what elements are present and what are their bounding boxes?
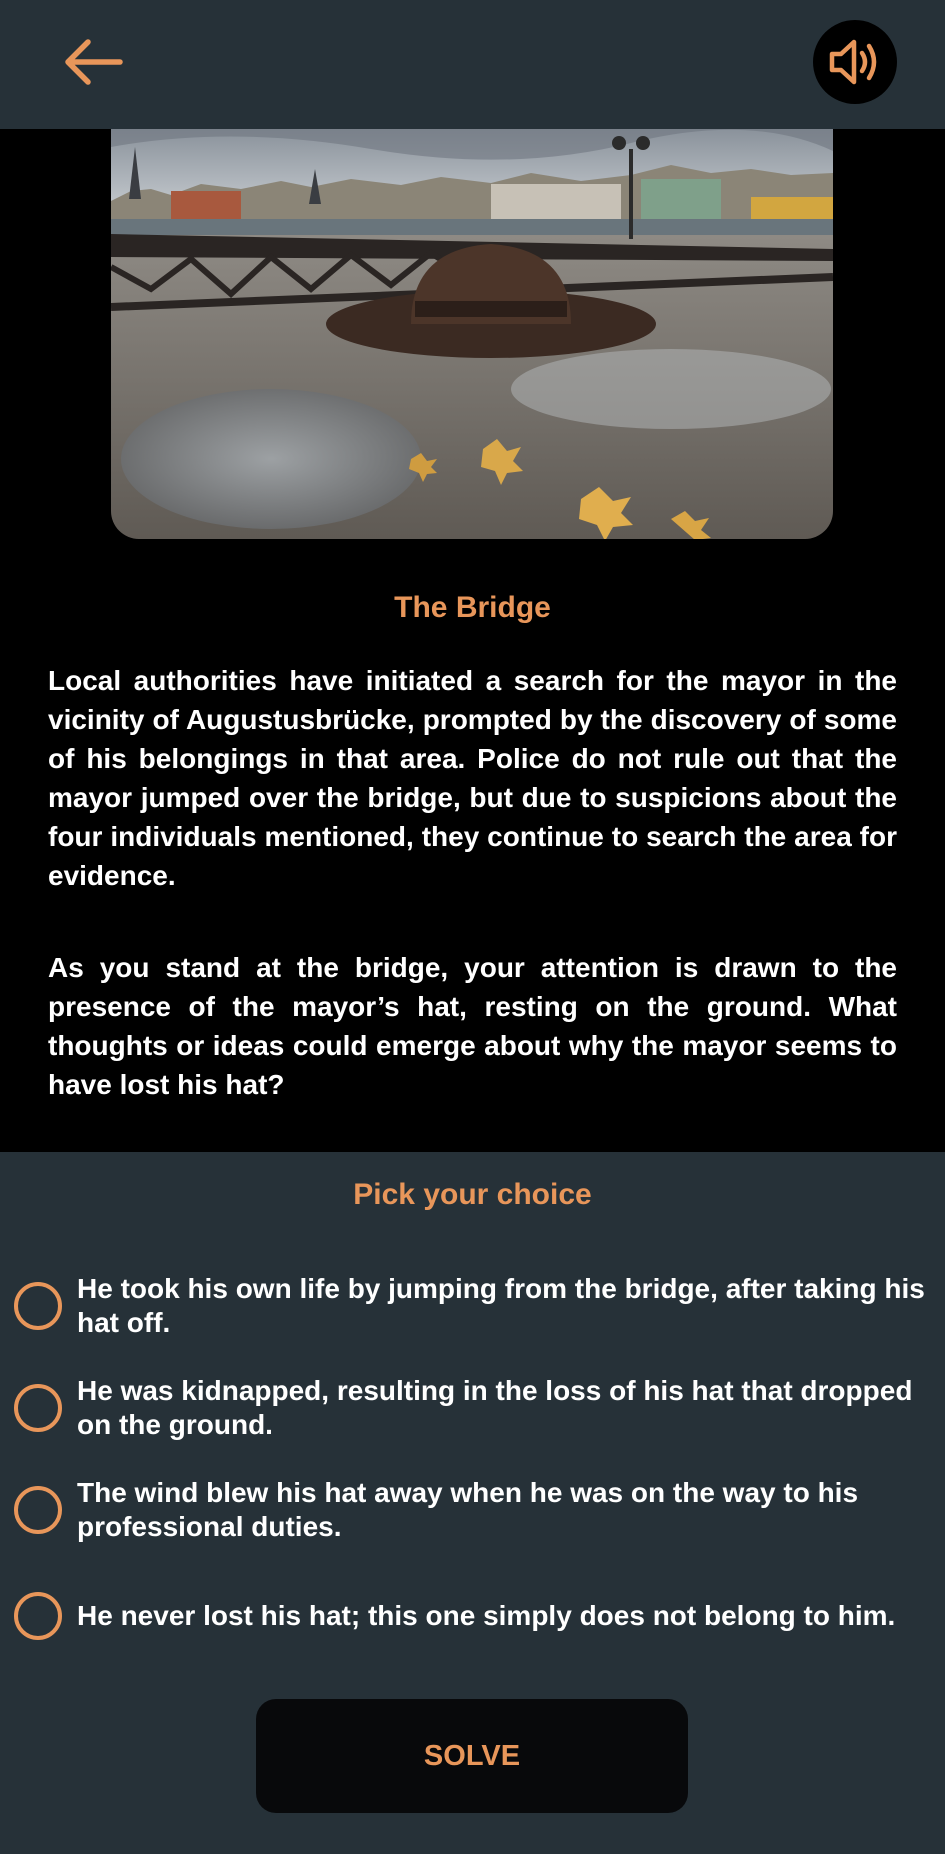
choice-option[interactable]: The wind blew his hat away when he was o… [14,1476,934,1544]
radio-button[interactable] [14,1486,62,1534]
choice-label: He never lost his hat; this one simply d… [77,1600,896,1631]
choices-title: Pick your choice [353,1178,592,1211]
hat-on-bridge-photo [111,129,833,539]
choice-option[interactable]: He took his own life by jumping from the… [14,1272,934,1340]
choice-option[interactable]: He was kidnapped, resulting in the loss … [14,1374,934,1442]
choice-label: He was kidnapped, resulting in the loss … [77,1375,913,1440]
sound-toggle-button[interactable] [813,20,897,104]
choices-section: Pick your choice He took his own life by… [0,1152,945,1854]
speaker-volume-icon [829,39,877,85]
choice-label: The wind blew his hat away when he was o… [77,1477,859,1542]
solve-button[interactable]: SOLVE [256,1699,688,1813]
radio-button[interactable] [14,1592,62,1640]
story-section: The Bridge Local authorities have initia… [0,129,945,1152]
story-paragraph: Local authorities have initiated a searc… [48,665,897,891]
top-bar [0,0,945,129]
back-button[interactable] [58,30,128,94]
choice-label: He took his own life by jumping from the… [77,1273,925,1338]
choice-option[interactable]: He never lost his hat; this one simply d… [14,1592,934,1640]
radio-button[interactable] [14,1384,62,1432]
story-paragraph: As you stand at the bridge, your attenti… [48,952,897,1100]
arrow-left-icon [65,39,123,85]
radio-button[interactable] [14,1282,62,1330]
story-title: The Bridge [394,591,551,624]
